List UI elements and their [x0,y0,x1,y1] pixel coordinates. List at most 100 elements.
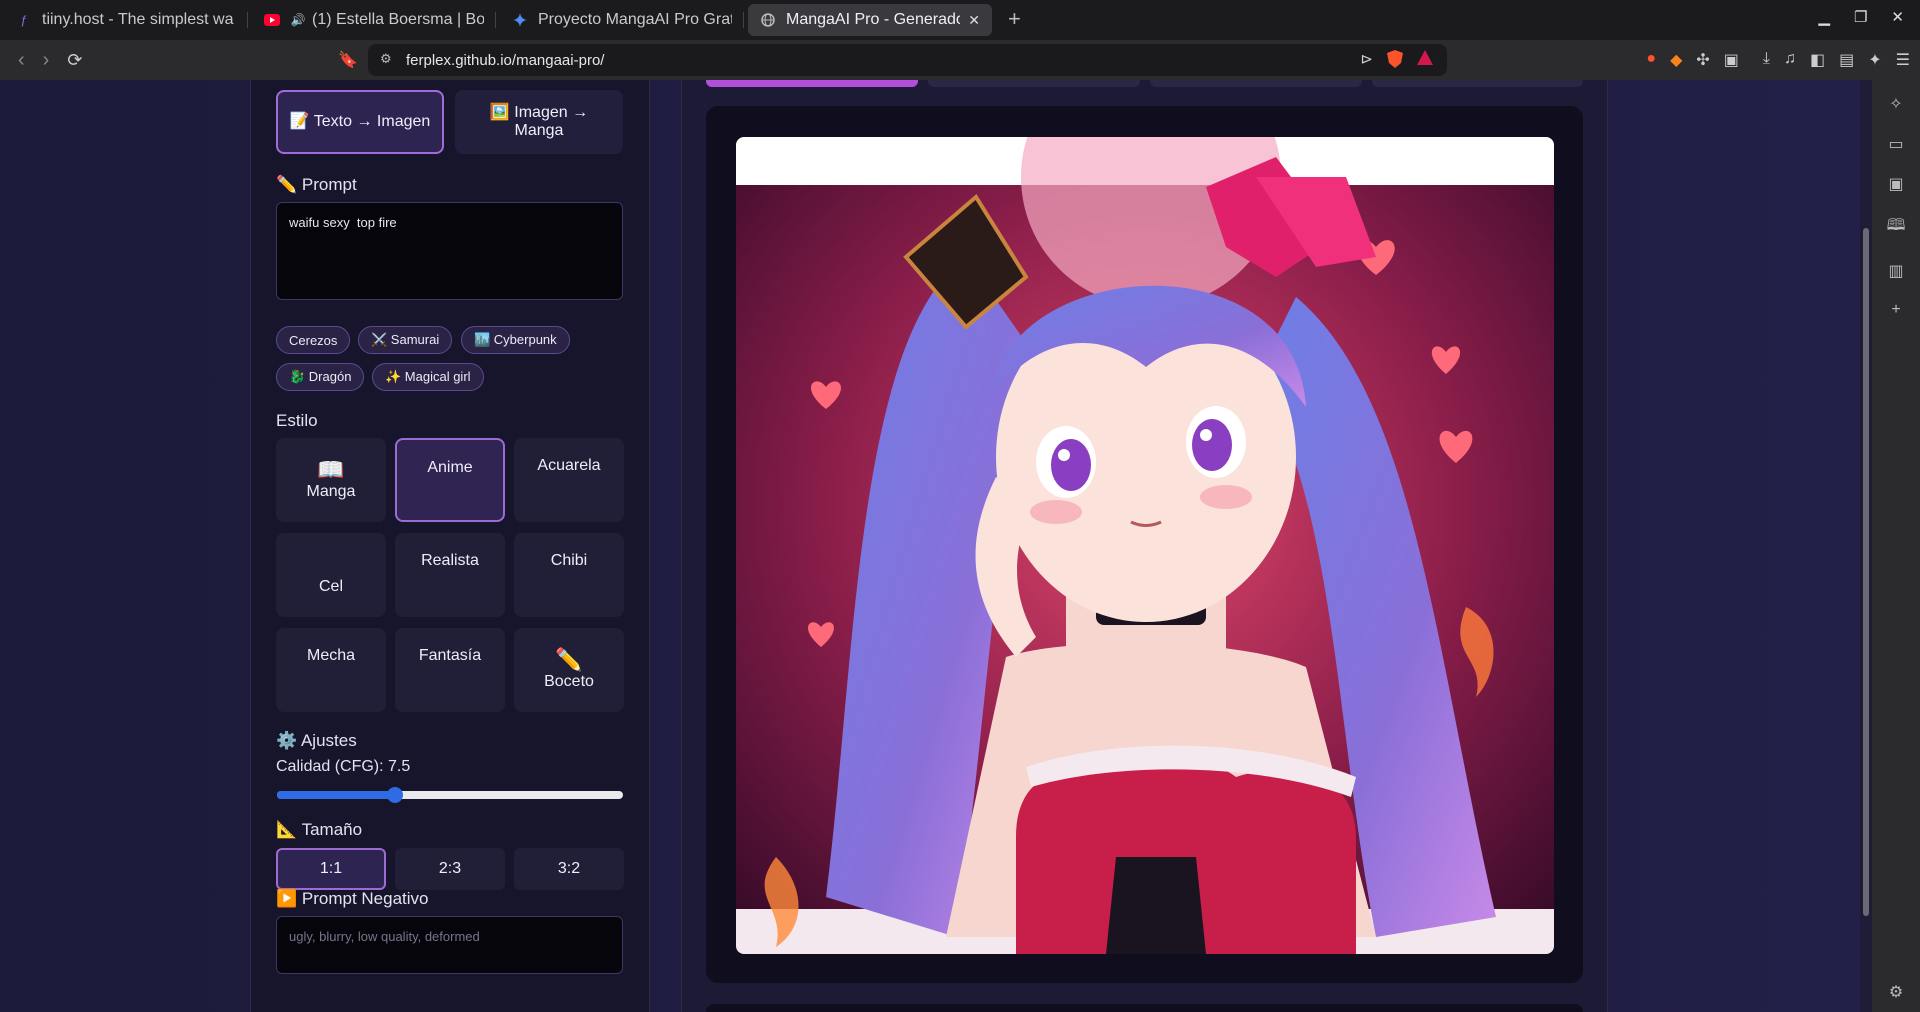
wallet-sidebar-icon[interactable]: ▣ [1888,174,1903,194]
leo-sidebar-icon[interactable]: ✧ [1889,94,1902,114]
result-tab[interactable] [1372,80,1583,87]
cfg-slider-fill [277,791,396,799]
anime-girl-illustration [736,137,1554,954]
chip-cerezos[interactable]: Cerezos [276,326,351,354]
address-bar-icons: ⊳ [1360,50,1433,72]
style-label-text: Fantasía [418,647,482,664]
media-sidebar-icon[interactable]: ▭ [1888,134,1903,154]
browser-tab-gemini[interactable]: Proyecto MangaAI Pro Grat [500,4,744,36]
brave-shields-icon[interactable] [1387,50,1403,72]
cfg-slider[interactable] [277,787,623,803]
style-cel-button[interactable]: Cel [276,533,386,617]
negative-prompt-label: ▶️ Prompt Negativo [276,889,429,908]
chip-magical-girl[interactable]: ✨ Magical girl [372,363,484,391]
page-content: 📝 Texto → Imagen 🖼️ Imagen → Manga ✏️ Pr… [0,80,1860,1012]
bookmarks-sidebar-icon[interactable]: 🕮 [1887,214,1906,241]
extension-icons: ● ◆ ✣ ▣ ⤓ ♫ ◧ ▤ ✦ ☰ [1646,50,1910,70]
result-tab[interactable] [928,80,1140,87]
style-anime-button[interactable]: Anime [395,438,505,522]
sidebar-toggle-icon[interactable]: ◧ [1810,50,1825,70]
download-icon[interactable]: ⤓ [1763,50,1770,70]
style-mecha-button[interactable]: Mecha [276,628,386,712]
result-tab[interactable] [706,80,918,87]
forward-icon[interactable]: › [43,49,50,72]
add-sidebar-icon[interactable]: + [1891,301,1900,319]
style-label-text: Boceto [544,673,594,690]
browser-side-panel: ✧ ▭ ▣ 🕮 ▥ + ⚙ [1872,80,1920,1012]
tiiny-icon: ƒ [20,13,28,27]
book-icon: 📖 [317,457,345,482]
style-fantasia-button[interactable]: Fantasía [395,628,505,712]
restore-icon[interactable]: ❐ [1854,8,1867,26]
browser-tab-tiiny[interactable]: ƒ tiiny.host - The simplest wa [4,4,248,36]
pencil-icon: ✏️ [555,647,583,672]
wallet-icon[interactable]: ▤ [1839,50,1854,70]
extensions-puzzle-icon[interactable]: ✣ [1696,50,1709,70]
close-window-icon[interactable]: ✕ [1891,8,1904,26]
reading-list-icon[interactable]: ▥ [1888,261,1903,281]
extension-fox-icon[interactable]: ◆ [1670,50,1682,70]
settings-icon[interactable]: ⚙ [1889,982,1903,1002]
next-card-edge [706,1004,1583,1012]
style-label-text: Realista [421,552,479,569]
scrollbar-thumb[interactable] [1863,228,1869,916]
style-chibi-button[interactable]: Chibi [514,533,624,617]
reload-icon[interactable]: ⟳ [67,50,82,71]
generated-image[interactable] [736,137,1554,954]
chip-samurai[interactable]: ⚔️ Samurai [358,326,453,354]
bookmark-icon[interactable]: 🔖 [338,50,358,70]
size-2-3-button[interactable]: 2:3 [395,848,505,890]
prompt-label: ✏️ Prompt [276,175,357,194]
settings-label: ⚙️ Ajustes [276,731,357,750]
youtube-icon [264,12,280,28]
speaker-icon[interactable]: 🔊 [290,12,306,28]
prompt-input[interactable]: waifu sexy top fire [276,202,623,300]
tab-title: (1) Estella Boersma | Boil [312,11,484,28]
browser-tab-mangaai[interactable]: MangaAI Pro - Generado ✕ [748,4,992,36]
extension-capture-icon[interactable]: ▣ [1724,50,1739,70]
style-label: Estilo [276,411,318,430]
style-label-text: Cel [318,578,343,595]
gemini-icon [512,12,528,28]
size-label: 📐 Tamaño [276,820,363,839]
style-acuarela-button[interactable]: Acuarela [514,438,624,522]
style-manga-button[interactable]: 📖 Manga [276,438,386,522]
share-icon[interactable]: ⊳ [1360,50,1373,72]
window-controls: ▁ ❐ ✕ [1818,8,1904,26]
style-realista-button[interactable]: Realista [395,533,505,617]
tab-title: MangaAI Pro - Generado [786,11,961,28]
style-label-text: Mecha [306,647,356,664]
browser-toolbar: ‹ › ⟳ 🔖 ⚙ ferplex.github.io/mangaai-pro/… [0,40,1920,80]
site-info-icon[interactable]: ⚙ [380,51,392,67]
music-icon[interactable]: ♫ [1784,50,1796,70]
style-label-text: Anime [427,459,473,476]
url-text: ferplex.github.io/mangaai-pro/ [406,51,605,69]
size-3-2-button[interactable]: 3:2 [514,848,624,890]
mode-text-to-image-button[interactable]: 📝 Texto → Imagen [276,90,444,154]
mode-image-to-manga-button[interactable]: 🖼️ Imagen → Manga [455,90,623,154]
minimize-icon[interactable]: ▁ [1818,8,1830,26]
style-boceto-button[interactable]: ✏️ Boceto [514,628,624,712]
back-icon[interactable]: ‹ [18,49,25,72]
leo-ai-icon[interactable]: ✦ [1868,50,1881,70]
negative-prompt-input[interactable] [276,916,623,974]
globe-icon [760,12,776,28]
size-1-1-button[interactable]: 1:1 [276,848,386,890]
page-scrollbar[interactable] [1860,80,1872,1012]
style-label-text: Manga [306,483,356,500]
result-tabs-edge [706,80,1583,90]
tab-title: Proyecto MangaAI Pro Grat [538,11,732,28]
chip-dragon[interactable]: 🐉 Dragón [276,363,365,391]
style-label-text: Chibi [550,552,588,569]
close-icon[interactable]: ✕ [968,12,980,29]
menu-icon[interactable]: ☰ [1896,50,1910,70]
chip-cyberpunk[interactable]: 🏙️ Cyberpunk [461,326,570,354]
extension-orange-icon[interactable]: ● [1646,50,1656,70]
tab-bar: ƒ tiiny.host - The simplest wa 🔊 (1) Est… [0,0,1920,40]
address-bar[interactable]: ⚙ ferplex.github.io/mangaai-pro/ ⊳ [368,44,1447,76]
browser-tab-youtube[interactable]: 🔊 (1) Estella Boersma | Boil [252,4,496,36]
cfg-label: Calidad (CFG): 7.5 [276,758,411,775]
new-tab-button[interactable]: + [1008,6,1021,32]
brave-rewards-icon[interactable] [1417,50,1433,72]
result-tab[interactable] [1150,80,1362,87]
